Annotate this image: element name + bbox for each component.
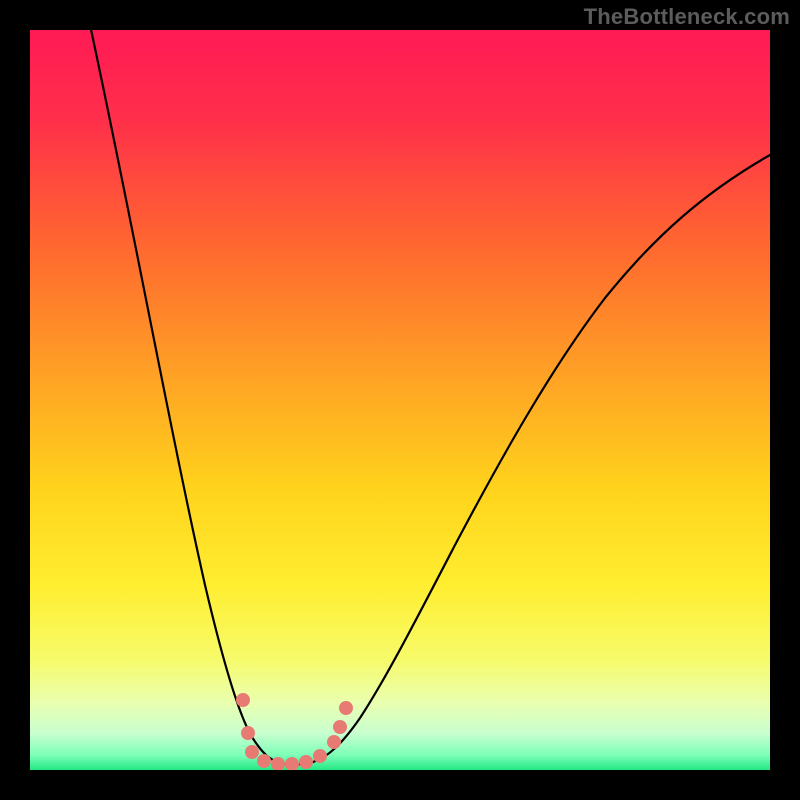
watermark-text: TheBottleneck.com [584, 4, 790, 30]
marker-dots [236, 693, 353, 770]
chart-frame: TheBottleneck.com [0, 0, 800, 800]
bottleneck-curve [30, 30, 770, 770]
curve-line [90, 30, 770, 764]
plot-area [30, 30, 770, 770]
